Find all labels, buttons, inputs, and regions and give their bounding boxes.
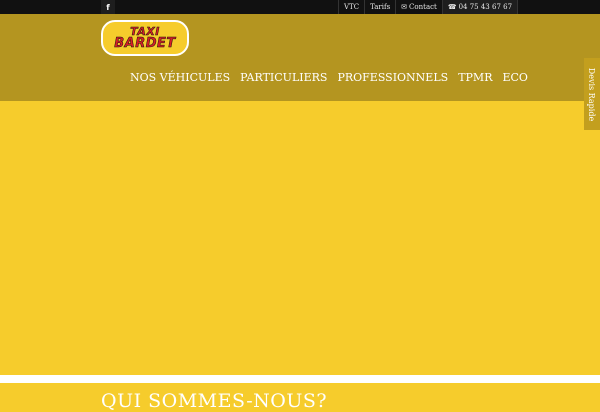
nav-item-vehicules[interactable]: NOS VÉHICULES — [125, 71, 235, 84]
nav-item-particuliers[interactable]: PARTICULIERS — [235, 71, 332, 84]
logo-line-2: BARDET — [114, 36, 176, 51]
top-bar: f VTC Tarifs ✉ Contact ☎ 04 75 43 67 67 — [0, 0, 600, 14]
taxi-bardet-logo[interactable]: TAXI BARDET — [101, 20, 189, 56]
phone-link[interactable]: ☎ 04 75 43 67 67 — [441, 0, 519, 14]
tarifs-link[interactable]: Tarifs — [364, 0, 395, 14]
nav-item-eco[interactable]: ECO — [497, 71, 532, 84]
main-nav: NOS VÉHICULES PARTICULIERS PROFESSIONNEL… — [125, 69, 533, 85]
site-header: TAXI BARDET NOS VÉHICULES PARTICULIERS P… — [0, 14, 600, 101]
tarifs-link-label: Tarifs — [370, 3, 391, 11]
phone-number: 04 75 43 67 67 — [458, 3, 513, 11]
section-divider — [0, 375, 600, 383]
quick-quote-label: Devis Rapide — [587, 67, 597, 121]
quick-quote-tab[interactable]: Devis Rapide — [584, 58, 600, 130]
envelope-icon: ✉ — [401, 3, 408, 11]
vtc-link-label: VTC — [344, 3, 360, 11]
contact-link-label: Contact — [409, 3, 437, 11]
nav-item-tpmr[interactable]: TPMR — [453, 71, 497, 84]
about-section-title: QUI SOMMES-NOUS? — [101, 390, 328, 412]
top-links: VTC Tarifs ✉ Contact ☎ 04 75 43 67 67 — [338, 0, 519, 14]
nav-item-professionnels[interactable]: PROFESSIONNELS — [332, 71, 453, 84]
contact-link[interactable]: ✉ Contact — [395, 0, 442, 14]
facebook-icon[interactable]: f — [101, 0, 115, 14]
phone-icon: ☎ — [447, 3, 457, 11]
vtc-link[interactable]: VTC — [338, 0, 364, 14]
